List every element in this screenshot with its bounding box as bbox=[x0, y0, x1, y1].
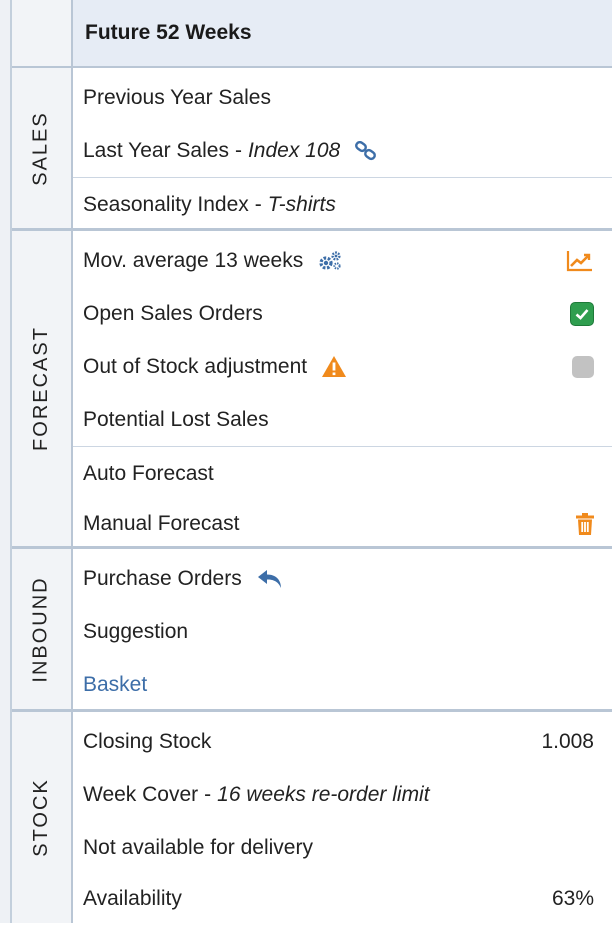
section-label-inbound-text: INBOUND bbox=[30, 575, 53, 683]
row-label: Purchase Orders bbox=[83, 566, 242, 590]
row-label: Last Year Sales bbox=[83, 138, 229, 162]
availability-value: 63% bbox=[551, 886, 594, 910]
row-label: Manual Forecast bbox=[83, 511, 240, 535]
section-forecast: Mov. average 13 weeks Open Sales Orders … bbox=[71, 231, 612, 549]
section-stock: Closing Stock 1.008 Week Cover - 16 week… bbox=[71, 712, 612, 923]
trash-icon[interactable] bbox=[576, 497, 594, 550]
open-sales-orders-checkbox[interactable] bbox=[570, 287, 594, 340]
section-label-sales: SALES bbox=[12, 68, 71, 231]
separator: - bbox=[234, 138, 242, 162]
warning-icon bbox=[321, 355, 347, 378]
checkbox-checked-icon[interactable] bbox=[570, 301, 594, 326]
row-auto-forecast[interactable]: Auto Forecast bbox=[73, 446, 612, 500]
trend-chart-icon[interactable] bbox=[566, 234, 594, 287]
section-label-forecast: FORECAST bbox=[12, 231, 71, 549]
row-manual-forecast[interactable]: Manual Forecast bbox=[73, 497, 612, 550]
closing-stock-value: 1.008 bbox=[541, 729, 594, 753]
section-label-sales-text: SALES bbox=[30, 110, 53, 186]
row-label: Out of Stock adjustment bbox=[83, 354, 308, 378]
out-of-stock-checkbox[interactable] bbox=[572, 340, 594, 393]
row-detail: Index 108 bbox=[247, 138, 341, 162]
separator: - bbox=[204, 782, 212, 806]
row-label: Seasonality Index bbox=[83, 192, 249, 216]
row-label: Previous Year Sales bbox=[83, 85, 271, 109]
row-label: Week Cover bbox=[83, 782, 199, 806]
section-label-stock-text: STOCK bbox=[30, 778, 53, 857]
row-label: Potential Lost Sales bbox=[83, 407, 269, 431]
left-rail bbox=[0, 0, 12, 923]
row-purchase-orders[interactable]: Purchase Orders bbox=[73, 552, 612, 605]
row-availability[interactable]: Availability 63% bbox=[73, 872, 612, 925]
section-inbound: Purchase Orders Suggestion Basket bbox=[71, 549, 612, 712]
section-label-inbound: INBOUND bbox=[12, 549, 71, 712]
section-sales: Previous Year Sales Last Year Sales - In… bbox=[71, 68, 612, 231]
checkbox-unchecked-icon[interactable] bbox=[572, 355, 594, 378]
row-label: Suggestion bbox=[83, 619, 189, 643]
row-previous-year-sales[interactable]: Previous Year Sales bbox=[73, 71, 612, 124]
column-header-future-52-weeks: Future 52 Weeks bbox=[71, 0, 612, 68]
basket-link[interactable]: Basket bbox=[83, 673, 147, 697]
row-label: Closing Stock bbox=[83, 729, 212, 753]
forecast-panel: Future 52 Weeks SALES Previous Year Sale… bbox=[0, 0, 612, 923]
link-icon[interactable] bbox=[354, 140, 378, 161]
row-out-of-stock-adjustment[interactable]: Out of Stock adjustment bbox=[73, 340, 612, 393]
row-suggestion[interactable]: Suggestion bbox=[73, 605, 612, 658]
row-closing-stock[interactable]: Closing Stock 1.008 bbox=[73, 715, 612, 768]
row-label: Not available for delivery bbox=[83, 835, 313, 859]
section-label-stock: STOCK bbox=[12, 712, 71, 923]
row-label: Availability bbox=[83, 886, 182, 910]
row-week-cover[interactable]: Week Cover - 16 weeks re-order limit bbox=[73, 768, 612, 821]
row-detail: T-shirts bbox=[267, 192, 336, 216]
header-corner-cell bbox=[12, 0, 71, 68]
row-seasonality-index[interactable]: Seasonality Index - T-shirts bbox=[73, 177, 612, 231]
row-moving-average[interactable]: Mov. average 13 weeks bbox=[73, 234, 612, 287]
row-label: Mov. average 13 weeks bbox=[83, 248, 304, 272]
gears-icon[interactable] bbox=[317, 250, 343, 272]
row-basket[interactable]: Basket bbox=[73, 658, 612, 711]
row-open-sales-orders[interactable]: Open Sales Orders bbox=[73, 287, 612, 340]
row-last-year-sales[interactable]: Last Year Sales - Index 108 bbox=[73, 124, 612, 177]
row-not-available-for-delivery[interactable]: Not available for delivery bbox=[73, 821, 612, 874]
row-label: Open Sales Orders bbox=[83, 301, 263, 325]
separator: - bbox=[254, 192, 262, 216]
row-potential-lost-sales[interactable]: Potential Lost Sales bbox=[73, 393, 612, 446]
row-detail: 16 weeks re-order limit bbox=[217, 782, 430, 806]
reply-arrow-icon[interactable] bbox=[256, 568, 284, 590]
section-label-forecast-text: FORECAST bbox=[30, 326, 52, 451]
row-label: Auto Forecast bbox=[83, 461, 214, 485]
